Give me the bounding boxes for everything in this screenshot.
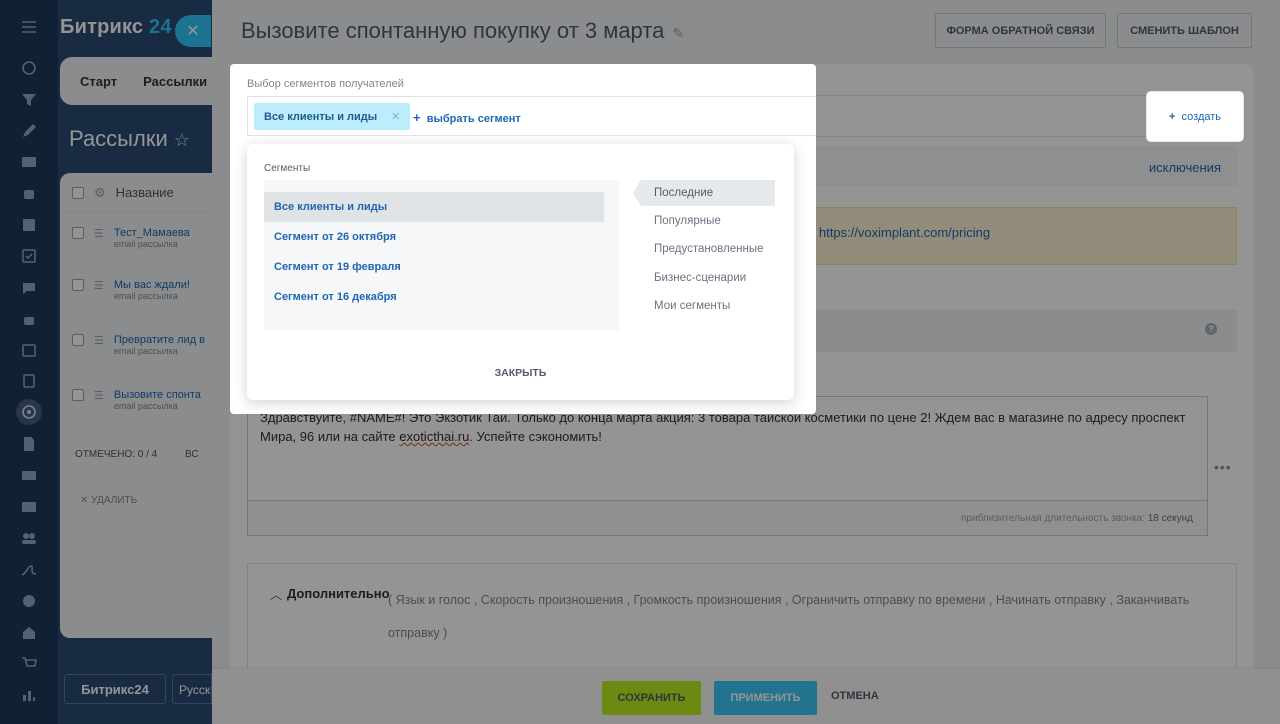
remove-chip-icon[interactable]: ✕ [391, 110, 400, 123]
segment-item[interactable]: Сегмент от 26 октября [264, 222, 604, 252]
category-preset[interactable]: Предустановленные [633, 236, 775, 262]
segment-picker-label: Выбор сегментов получателей [247, 78, 404, 90]
segment-item[interactable]: Сегмент от 19 февраля [264, 252, 604, 282]
segment-item[interactable]: Сегмент от 16 декабря [264, 282, 604, 312]
segment-item[interactable]: Все клиенты и лиды [264, 192, 604, 222]
segments-dropdown: Сегменты Все клиенты и лиды Сегмент от 2… [247, 144, 794, 400]
category-recent[interactable]: Последние [633, 180, 775, 206]
segments-list: Все клиенты и лиды Сегмент от 26 октября… [264, 180, 619, 330]
create-segment-button-highlight[interactable]: + создать [1147, 92, 1243, 141]
add-segment-link[interactable]: + выбрать сегмент [413, 110, 521, 125]
segment-selector-field[interactable]: Все клиенты и лиды ✕ + выбрать сегмент [247, 96, 816, 136]
category-popular[interactable]: Популярные [633, 208, 775, 234]
close-dropdown-button[interactable]: ЗАКРЫТЬ [247, 367, 794, 379]
category-my-segments[interactable]: Мои сегменты [633, 293, 775, 319]
category-business[interactable]: Бизнес-сценарии [633, 265, 775, 291]
selected-segment-chip[interactable]: Все клиенты и лиды ✕ [254, 103, 411, 130]
segments-title: Сегменты [264, 163, 311, 174]
